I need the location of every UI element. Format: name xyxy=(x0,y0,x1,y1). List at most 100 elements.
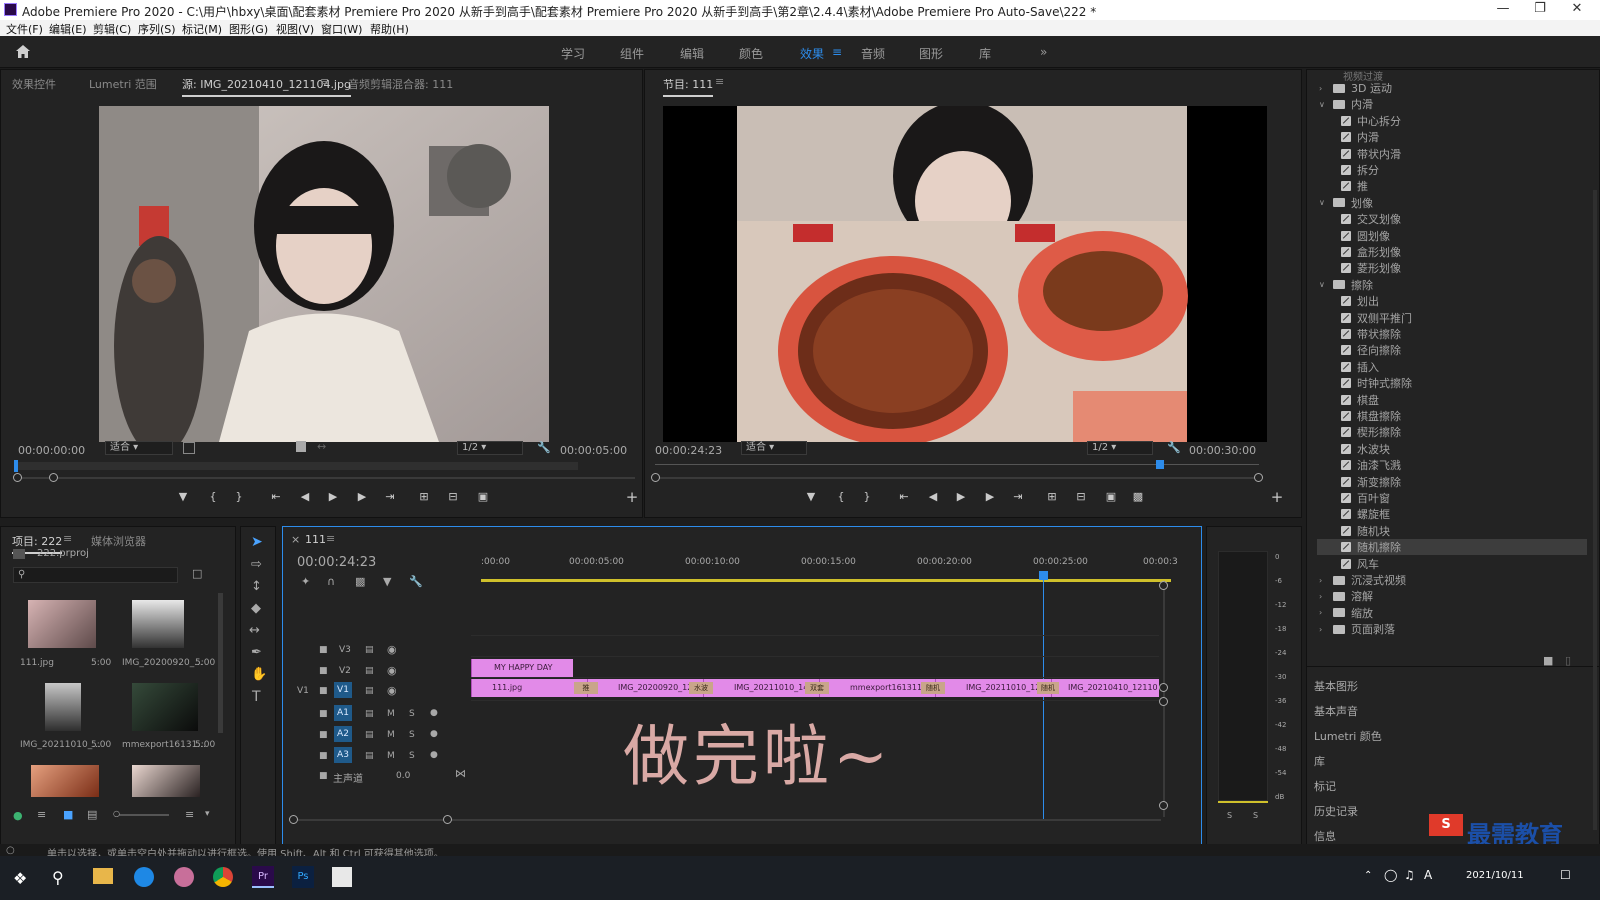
timeline-marker-icon[interactable]: ▼ xyxy=(383,575,391,588)
menu-edit[interactable]: 编辑(E) xyxy=(49,21,87,37)
freeform-view-icon[interactable]: ▤ xyxy=(87,808,97,821)
sequence-menu-icon[interactable]: ≡ xyxy=(326,532,335,545)
workspace-audio[interactable]: 音频 xyxy=(861,45,885,62)
chevron-down-icon[interactable]: ∨ xyxy=(1319,100,1327,109)
v1-label[interactable]: V1 xyxy=(334,682,352,698)
chevron-right-icon[interactable]: › xyxy=(1319,592,1327,601)
menu-help[interactable]: 帮助(H) xyxy=(370,21,409,37)
v3-lock-icon[interactable]: ■ xyxy=(319,645,328,655)
effect-item[interactable]: 中心拆分 xyxy=(1317,113,1587,129)
workspace-learn[interactable]: 学习 xyxy=(561,45,585,62)
lift-icon[interactable]: ⊞ xyxy=(1043,488,1061,506)
effect-item[interactable]: 风车 xyxy=(1317,556,1587,572)
sort-icon[interactable]: ≡ xyxy=(185,808,194,821)
project-search-input[interactable]: ⚲ xyxy=(13,567,178,583)
v2-sync-icon[interactable]: ▤ xyxy=(365,666,374,676)
v2-lock-icon[interactable]: ■ xyxy=(319,666,328,676)
ripple-edit-tool-icon[interactable]: ↕ xyxy=(251,579,262,594)
a3-label[interactable]: A3 xyxy=(334,747,352,763)
export-frame-icon[interactable] xyxy=(296,441,306,452)
chevron-right-icon[interactable]: › xyxy=(1319,625,1327,634)
chevron-right-icon[interactable]: › xyxy=(1319,608,1327,617)
a1-mic-icon[interactable]: ● xyxy=(430,708,438,718)
vscroll-handle-mid[interactable] xyxy=(1159,683,1168,692)
v1-source-label[interactable]: V1 xyxy=(297,686,309,696)
effect-item[interactable]: 带状擦除 xyxy=(1317,326,1587,342)
effect-item[interactable]: 交叉划像 xyxy=(1317,211,1587,227)
go-to-out-icon[interactable]: ⇥ xyxy=(381,488,399,506)
effect-item[interactable]: 时钟式擦除 xyxy=(1317,375,1587,391)
sort-chevron-down-icon[interactable]: ▾ xyxy=(205,809,210,819)
a3-mic-icon[interactable]: ● xyxy=(430,750,438,760)
program-step-forward-icon[interactable]: ▶ xyxy=(981,488,999,506)
clip-v1[interactable]: IMG_20211010_14 xyxy=(703,679,819,697)
pen-tool-icon[interactable]: ✒ xyxy=(251,645,262,660)
effects-folder[interactable]: ∨ 内滑 xyxy=(1319,96,1589,112)
workspace-graphics[interactable]: 图形 xyxy=(919,45,943,62)
home-icon[interactable] xyxy=(15,44,31,59)
a1-sync-icon[interactable]: ▤ xyxy=(365,709,374,719)
play-icon[interactable]: ▶ xyxy=(324,488,342,506)
effect-item[interactable]: 推 xyxy=(1317,178,1587,194)
a2-solo-button[interactable]: S xyxy=(409,730,415,740)
vscroll-handle-top[interactable] xyxy=(1159,581,1168,590)
menu-graphics[interactable]: 图形(G) xyxy=(229,21,268,37)
effect-item[interactable]: 百叶窗 xyxy=(1317,490,1587,506)
tab-media-browser[interactable]: 媒体浏览器 xyxy=(91,533,146,549)
program-zoom-handle-right[interactable] xyxy=(1254,473,1263,482)
chevron-right-icon[interactable]: › xyxy=(1319,84,1327,93)
list-view-icon[interactable]: ≡ xyxy=(37,808,46,821)
lock-icon[interactable]: ● xyxy=(13,809,23,822)
program-camera-icon[interactable]: ▣ xyxy=(1102,488,1120,506)
effect-item[interactable]: 径向擦除 xyxy=(1317,342,1587,358)
a1-solo-button[interactable]: S xyxy=(409,709,415,719)
thumbnail-size-slider[interactable] xyxy=(119,814,169,816)
menu-file[interactable]: 文件(F) xyxy=(6,21,43,37)
effects-folder[interactable]: › 溶解 xyxy=(1319,588,1589,604)
effect-item[interactable]: 水波块 xyxy=(1317,441,1587,457)
icon-view-icon[interactable]: ■ xyxy=(63,808,73,821)
menu-clip[interactable]: 剪辑(C) xyxy=(93,21,131,37)
workspace-menu-icon[interactable]: ≡ xyxy=(832,45,842,59)
program-title[interactable]: 节目: 111 xyxy=(663,76,714,97)
source-menu-icon[interactable]: ≡ xyxy=(320,75,329,88)
effect-item[interactable]: 螺旋框 xyxy=(1317,506,1587,522)
thumb-111[interactable] xyxy=(28,600,96,648)
timeline-ruler[interactable]: :00:00 00:00:05:00 00:00:10:00 00:00:15:… xyxy=(481,557,1178,579)
effect-item[interactable]: 划出 xyxy=(1317,293,1587,309)
hand-tool-icon[interactable]: ✋ xyxy=(251,667,267,682)
effects-folder[interactable]: ∨ 划像 xyxy=(1319,195,1589,211)
effects-folder[interactable]: › 沉浸式视频 xyxy=(1319,572,1589,588)
program-mark-in-icon[interactable]: { xyxy=(832,488,850,506)
effect-item[interactable]: 双侧平推门 xyxy=(1317,310,1587,326)
a1-lock-icon[interactable]: ■ xyxy=(319,709,328,719)
selection-tool-icon[interactable]: ➤ xyxy=(251,534,263,550)
nest-icon[interactable]: ✦ xyxy=(301,575,310,588)
v1-sync-icon[interactable]: ▤ xyxy=(365,686,374,696)
transition[interactable]: 随机 xyxy=(1037,682,1059,694)
a1-mute-button[interactable]: M xyxy=(387,709,395,719)
workspace-effects[interactable]: 效果 xyxy=(800,45,824,62)
workspace-overflow-button[interactable]: » xyxy=(1040,45,1047,59)
linked-selection-icon[interactable]: ▩ xyxy=(355,575,365,588)
program-play-icon[interactable]: ▶ xyxy=(952,488,970,506)
source-video-frame[interactable] xyxy=(99,106,549,442)
effect-item[interactable]: 渐变擦除 xyxy=(1317,474,1587,490)
chevron-right-icon[interactable]: › xyxy=(1319,576,1327,585)
timeline-horizontal-scrollbar[interactable] xyxy=(293,819,1161,821)
effect-item[interactable]: 随机块 xyxy=(1317,523,1587,539)
file-explorer-icon[interactable] xyxy=(93,868,113,884)
effects-scrollbar[interactable] xyxy=(1593,190,1597,830)
meter-solo-left[interactable]: S xyxy=(1227,811,1232,820)
panel-lumetri-color[interactable]: Lumetri 颜色 xyxy=(1314,728,1382,744)
razor-tool-icon[interactable]: ◆ xyxy=(251,601,261,616)
program-playhead[interactable] xyxy=(1156,460,1164,469)
timeline-settings-icon[interactable]: 🔧 xyxy=(409,575,423,588)
workspace-libraries[interactable]: 库 xyxy=(979,45,991,62)
master-volume-value[interactable]: 0.0 xyxy=(396,771,410,781)
panel-history[interactable]: 历史记录 xyxy=(1314,803,1358,819)
insert-icon[interactable]: ⊞ xyxy=(415,488,433,506)
source-time-ruler[interactable] xyxy=(15,462,578,470)
clip-v1[interactable]: 111.jpg xyxy=(471,679,587,697)
source-zoom-handle-right[interactable] xyxy=(49,473,58,482)
